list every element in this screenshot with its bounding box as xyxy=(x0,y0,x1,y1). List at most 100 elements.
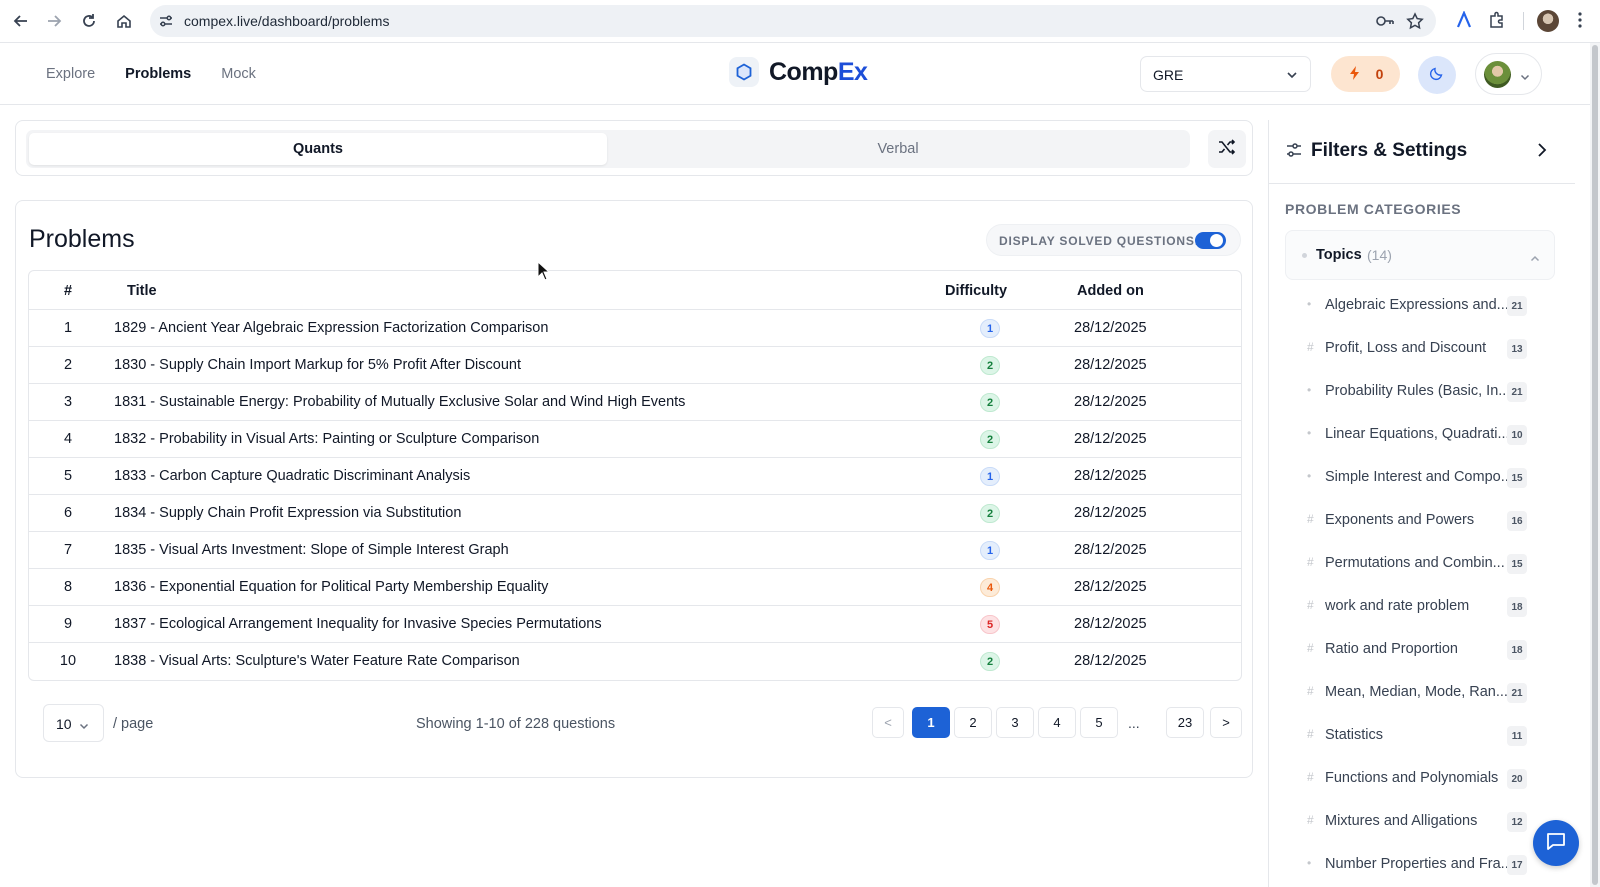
page-button-3[interactable]: 3 xyxy=(996,707,1034,738)
user-menu-button[interactable] xyxy=(1475,53,1542,95)
difficulty-badge: 1 xyxy=(980,319,1000,338)
table-row[interactable]: 6 1834 - Supply Chain Profit Expression v… xyxy=(29,495,1241,532)
added-on-date: 28/12/2025 xyxy=(1074,653,1147,669)
password-key-icon[interactable] xyxy=(1375,12,1395,35)
topic-item[interactable]: # Statistics 11 xyxy=(1285,715,1555,758)
topic-item[interactable]: • Linear Equations, Quadrati... 10 xyxy=(1285,414,1555,457)
table-row[interactable]: 7 1835 - Visual Arts Investment: Slope of… xyxy=(29,532,1241,569)
topic-item[interactable]: # work and rate problem 18 xyxy=(1285,586,1555,629)
problem-title-link[interactable]: 1833 - Carbon Capture Quadratic Discrimi… xyxy=(114,468,470,484)
table-row[interactable]: 4 1832 - Probability in Visual Arts: Pain… xyxy=(29,421,1241,458)
page-button-2[interactable]: 2 xyxy=(954,707,992,738)
brand[interactable]: CompEx xyxy=(729,57,868,87)
forward-icon[interactable] xyxy=(44,11,64,31)
topics-group-header[interactable]: Topics (14) xyxy=(1285,230,1555,280)
tab-verbal[interactable]: Verbal xyxy=(609,133,1187,165)
topic-count-badge: 16 xyxy=(1507,511,1527,531)
table-row[interactable]: 10 1838 - Visual Arts: Sculpture's Water … xyxy=(29,643,1241,680)
row-number: 4 xyxy=(63,431,73,447)
problems-card: Problems DISPLAY SOLVED QUESTIONS: # Tit… xyxy=(15,200,1253,778)
browser-profile-avatar[interactable] xyxy=(1537,10,1559,32)
prev-page-button[interactable]: < xyxy=(872,707,904,738)
page-button-4[interactable]: 4 xyxy=(1038,707,1076,738)
topic-name: Permutations and Combin... xyxy=(1325,555,1505,571)
bullet-icon: • xyxy=(1307,383,1312,397)
nav-mock[interactable]: Mock xyxy=(221,66,256,82)
page-scrollbar[interactable] xyxy=(1590,43,1600,887)
table-row[interactable]: 9 1837 - Ecological Arrangement Inequalit… xyxy=(29,606,1241,643)
problem-categories-heading: PROBLEM CATEGORIES xyxy=(1285,201,1462,217)
exam-select-value: GRE xyxy=(1153,67,1184,83)
chevron-right-icon[interactable] xyxy=(1535,142,1549,163)
problem-title-link[interactable]: 1836 - Exponential Equation for Politica… xyxy=(114,579,548,595)
page-size-select[interactable]: 10 xyxy=(43,704,104,742)
topic-item[interactable]: # Profit, Loss and Discount 13 xyxy=(1285,328,1555,371)
display-solved-label: DISPLAY SOLVED QUESTIONS: xyxy=(999,234,1200,248)
topic-item[interactable]: # Ratio and Proportion 18 xyxy=(1285,629,1555,672)
added-on-date: 28/12/2025 xyxy=(1074,542,1147,558)
top-nav: Explore Problems Mock xyxy=(46,66,256,82)
topic-item[interactable]: # Permutations and Combin... 15 xyxy=(1285,543,1555,586)
table-row[interactable]: 2 1830 - Supply Chain Import Markup for 5… xyxy=(29,347,1241,384)
page-button-last[interactable]: 23 xyxy=(1166,707,1204,738)
chat-bubble-icon xyxy=(1545,830,1567,857)
tab-quants[interactable]: Quants xyxy=(29,133,607,165)
browser-menu-icon[interactable] xyxy=(1577,11,1583,34)
display-solved-toggle[interactable]: DISPLAY SOLVED QUESTIONS: xyxy=(986,224,1241,256)
added-on-date: 28/12/2025 xyxy=(1074,505,1147,521)
problem-title-link[interactable]: 1832 - Probability in Visual Arts: Paint… xyxy=(114,431,539,447)
problem-title-link[interactable]: 1835 - Visual Arts Investment: Slope of … xyxy=(114,542,509,558)
topic-item[interactable]: • Simple Interest and Compo... 15 xyxy=(1285,457,1555,500)
site-settings-icon[interactable] xyxy=(158,13,174,34)
topic-item[interactable]: # Mean, Median, Mode, Ran... 21 xyxy=(1285,672,1555,715)
difficulty-badge: 1 xyxy=(980,467,1000,486)
address-bar[interactable]: compex.live/dashboard/problems xyxy=(150,5,1436,37)
table-row[interactable]: 5 1833 - Carbon Capture Quadratic Discrim… xyxy=(29,458,1241,495)
nav-problems[interactable]: Problems xyxy=(125,66,191,82)
topic-item[interactable]: • Number Properties and Fra... 17 xyxy=(1285,844,1555,887)
problem-title-link[interactable]: 1838 - Visual Arts: Sculpture's Water Fe… xyxy=(114,653,520,669)
extensions-puzzle-icon[interactable] xyxy=(1488,11,1506,34)
nav-explore[interactable]: Explore xyxy=(46,66,95,82)
home-icon[interactable] xyxy=(114,11,134,31)
scrollbar-thumb[interactable] xyxy=(1592,45,1598,885)
table-row[interactable]: 1 1829 - Ancient Year Algebraic Expressio… xyxy=(29,310,1241,347)
table-row[interactable]: 3 1831 - Sustainable Energy: Probability … xyxy=(29,384,1241,421)
extension-a-icon[interactable] xyxy=(1455,10,1473,34)
shuffle-button[interactable] xyxy=(1208,130,1246,168)
table-row[interactable]: 8 1836 - Exponential Equation for Politic… xyxy=(29,569,1241,606)
theme-toggle-button[interactable] xyxy=(1418,56,1456,94)
exam-select[interactable]: GRE xyxy=(1140,56,1311,92)
problem-title-link[interactable]: 1831 - Sustainable Energy: Probability o… xyxy=(114,394,685,410)
chat-button[interactable] xyxy=(1533,820,1579,866)
problem-title-link[interactable]: 1829 - Ancient Year Algebraic Expression… xyxy=(114,320,548,336)
topic-count-badge: 11 xyxy=(1507,726,1527,746)
topic-item[interactable]: • Probability Rules (Basic, In... 21 xyxy=(1285,371,1555,414)
showing-count: Showing 1-10 of 228 questions xyxy=(416,716,616,732)
topic-item[interactable]: # Mixtures and Alligations 12 xyxy=(1285,801,1555,844)
bookmark-star-icon[interactable] xyxy=(1406,12,1424,35)
difficulty-badge: 1 xyxy=(980,541,1000,560)
difficulty-badge: 2 xyxy=(980,430,1000,449)
added-on-date: 28/12/2025 xyxy=(1074,616,1147,632)
streak-badge[interactable]: 0 xyxy=(1331,56,1400,92)
topic-name: Ratio and Proportion xyxy=(1325,641,1458,657)
back-icon[interactable] xyxy=(11,11,31,31)
topic-count-badge: 17 xyxy=(1507,855,1527,875)
problem-title-link[interactable]: 1830 - Supply Chain Import Markup for 5%… xyxy=(114,357,521,373)
page-button-1[interactable]: 1 xyxy=(912,707,950,738)
topic-name: Mean, Median, Mode, Ran... xyxy=(1325,684,1508,700)
reload-icon[interactable] xyxy=(79,11,99,31)
filters-title: Filters & Settings xyxy=(1311,140,1468,161)
toggle-switch[interactable] xyxy=(1195,232,1226,249)
topic-item[interactable]: # Exponents and Powers 16 xyxy=(1285,500,1555,543)
topic-count-badge: 15 xyxy=(1507,468,1527,488)
topic-item[interactable]: • Algebraic Expressions and... 21 xyxy=(1285,285,1555,328)
topic-item[interactable]: # Functions and Polynomials 20 xyxy=(1285,758,1555,801)
problem-title-link[interactable]: 1837 - Ecological Arrangement Inequality… xyxy=(114,616,602,632)
problem-title-link[interactable]: 1834 - Supply Chain Profit Expression vi… xyxy=(114,505,461,521)
next-page-button[interactable]: > xyxy=(1210,707,1242,738)
page-button-5[interactable]: 5 xyxy=(1080,707,1118,738)
streak-count: 0 xyxy=(1375,66,1384,82)
topic-name: Profit, Loss and Discount xyxy=(1325,340,1487,356)
